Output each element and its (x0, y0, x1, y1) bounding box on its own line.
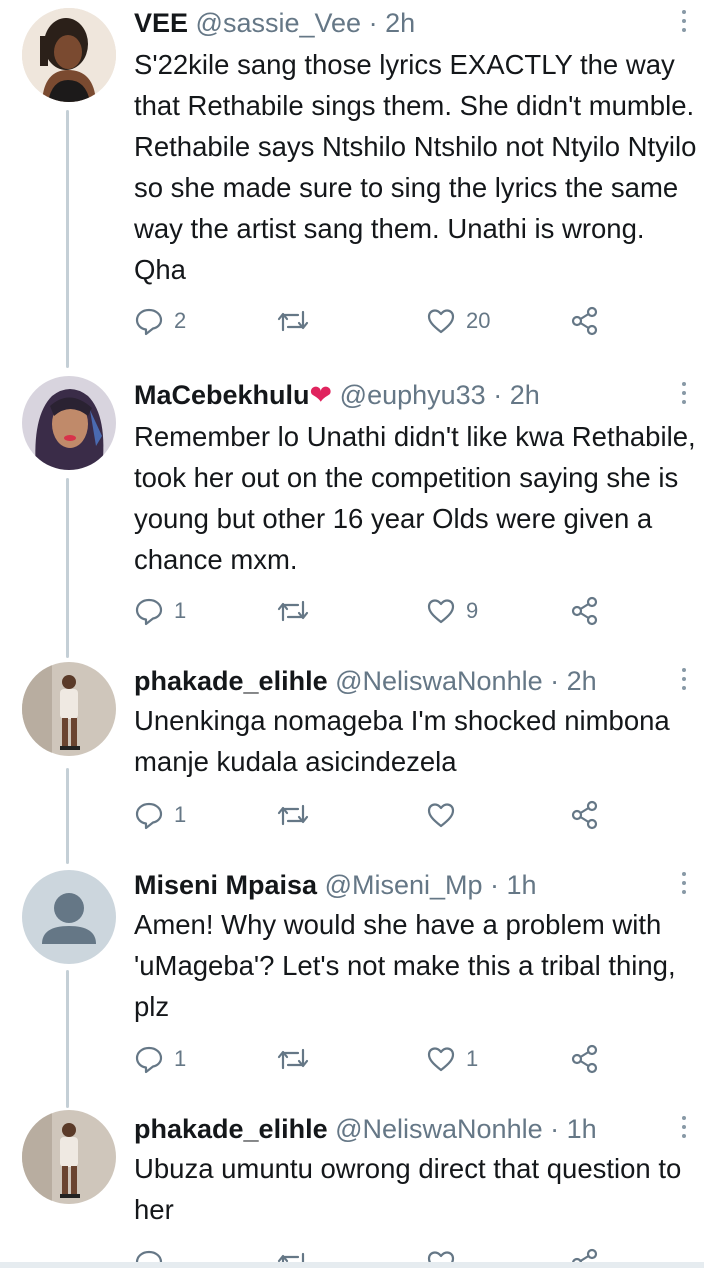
tweet[interactable]: phakade_elihle @NeliswaNonhle · 2h Unenk… (0, 662, 704, 842)
separator: · (542, 1114, 567, 1144)
tweet-header: Miseni Mpaisa @Miseni_Mp · 1h (134, 868, 537, 902)
share-icon (571, 1044, 598, 1074)
action-bar (134, 1246, 614, 1262)
display-name[interactable]: MaCebekhulu (134, 380, 310, 410)
display-name[interactable]: VEE (134, 8, 188, 38)
reply-icon (135, 802, 163, 830)
retweet-button[interactable] (276, 1042, 310, 1076)
like-button[interactable] (426, 1246, 456, 1262)
share-button[interactable] (570, 798, 600, 832)
avatar[interactable] (22, 376, 116, 470)
reply-button[interactable]: 1 (134, 594, 186, 628)
action-bar: 1 1 (134, 1042, 614, 1076)
avatar[interactable] (22, 8, 116, 102)
tweet[interactable]: VEE @sassie_Vee · 2h S'22kile sang those… (0, 4, 704, 344)
share-button[interactable] (570, 594, 600, 628)
retweet-icon (277, 310, 309, 332)
timestamp[interactable]: 1h (507, 870, 537, 900)
retweet-icon (277, 600, 309, 622)
reply-button[interactable] (134, 1246, 164, 1262)
avatar[interactable] (22, 662, 116, 756)
like-button[interactable]: 20 (426, 304, 490, 338)
tweet[interactable]: MaCebekhulu❤ @euphyu33 · 2h Remember lo … (0, 376, 704, 636)
share-icon (571, 800, 598, 830)
more-icon[interactable] (678, 382, 690, 412)
timestamp[interactable]: 2h (567, 666, 597, 696)
action-bar: 2 20 (134, 304, 614, 338)
tweet-header: phakade_elihle @NeliswaNonhle · 2h (134, 664, 597, 698)
more-icon[interactable] (678, 1116, 690, 1146)
tweet[interactable]: phakade_elihle @NeliswaNonhle · 1h Ubuza… (0, 1110, 704, 1262)
separator: · (361, 8, 386, 38)
display-name[interactable]: phakade_elihle (134, 1114, 328, 1144)
retweet-button[interactable] (276, 304, 310, 338)
tweet-text: Amen! Why would she have a problem with … (134, 909, 676, 1022)
reply-button[interactable]: 1 (134, 798, 186, 832)
retweet-button[interactable] (276, 798, 310, 832)
tweet-header: MaCebekhulu❤ @euphyu33 · 2h (134, 378, 540, 412)
like-count: 9 (466, 598, 479, 623)
share-icon (572, 1248, 598, 1262)
like-button[interactable] (426, 798, 456, 832)
like-count: 1 (466, 1046, 479, 1071)
heart-emoji: ❤ (309, 380, 333, 410)
tweet[interactable]: Miseni Mpaisa @Miseni_Mp · 1h Amen! Why … (0, 866, 704, 1086)
heart-icon (427, 599, 455, 624)
heart-icon (427, 1047, 455, 1072)
display-name[interactable]: phakade_elihle (134, 666, 328, 696)
separator: · (482, 870, 507, 900)
avatar[interactable] (22, 1110, 116, 1204)
user-handle[interactable]: @NeliswaNonhle (335, 666, 543, 696)
reply-button[interactable]: 1 (134, 1042, 186, 1076)
separator: · (485, 380, 510, 410)
share-icon (571, 596, 598, 626)
tweet-text: S'22kile sang those lyrics EXACTLY the w… (134, 49, 697, 285)
timestamp[interactable]: 2h (510, 380, 540, 410)
retweet-icon (277, 804, 309, 826)
retweet-button[interactable] (276, 1246, 310, 1262)
action-bar: 1 9 (134, 594, 614, 628)
share-icon (571, 306, 598, 336)
tweet-text: Unenkinga nomageba I'm shocked nimbona m… (134, 705, 670, 777)
retweet-button[interactable] (276, 594, 310, 628)
timestamp[interactable]: 2h (385, 8, 415, 38)
user-handle[interactable]: @NeliswaNonhle (335, 1114, 543, 1144)
more-icon[interactable] (678, 668, 690, 698)
avatar[interactable] (22, 870, 116, 964)
tweet-text: Remember lo Unathi didn't like kwa Retha… (134, 421, 696, 575)
reply-icon (135, 308, 163, 336)
share-button[interactable] (570, 1042, 600, 1076)
more-icon[interactable] (678, 10, 690, 40)
heart-icon (427, 309, 455, 334)
action-bar: 1 (134, 798, 614, 832)
share-button[interactable] (570, 1246, 600, 1262)
reply-count: 2 (174, 308, 187, 333)
tweet-header: phakade_elihle @NeliswaNonhle · 1h (134, 1112, 597, 1146)
timestamp[interactable]: 1h (567, 1114, 597, 1144)
reply-icon (135, 1250, 163, 1262)
share-button[interactable] (570, 304, 600, 338)
like-count: 20 (466, 308, 491, 333)
user-handle[interactable]: @Miseni_Mp (325, 870, 483, 900)
user-handle[interactable]: @sassie_Vee (196, 8, 362, 38)
tweet-text: Ubuza umuntu owrong direct that question… (134, 1153, 682, 1225)
user-handle[interactable]: @euphyu33 (340, 380, 486, 410)
retweet-icon (277, 1048, 309, 1070)
separator: · (542, 666, 567, 696)
reply-count: 1 (174, 598, 187, 623)
like-button[interactable]: 9 (426, 594, 478, 628)
bottom-divider (0, 1262, 704, 1268)
reply-count: 1 (174, 802, 187, 827)
display-name[interactable]: Miseni Mpaisa (134, 870, 317, 900)
reply-icon (135, 598, 163, 626)
reply-icon (135, 1046, 163, 1074)
like-button[interactable]: 1 (426, 1042, 478, 1076)
heart-icon (427, 1251, 455, 1262)
more-icon[interactable] (678, 872, 690, 902)
reply-count: 1 (174, 1046, 187, 1071)
tweet-header: VEE @sassie_Vee · 2h (134, 6, 415, 40)
heart-icon (427, 803, 455, 828)
retweet-icon (277, 1252, 305, 1262)
reply-button[interactable]: 2 (134, 304, 186, 338)
